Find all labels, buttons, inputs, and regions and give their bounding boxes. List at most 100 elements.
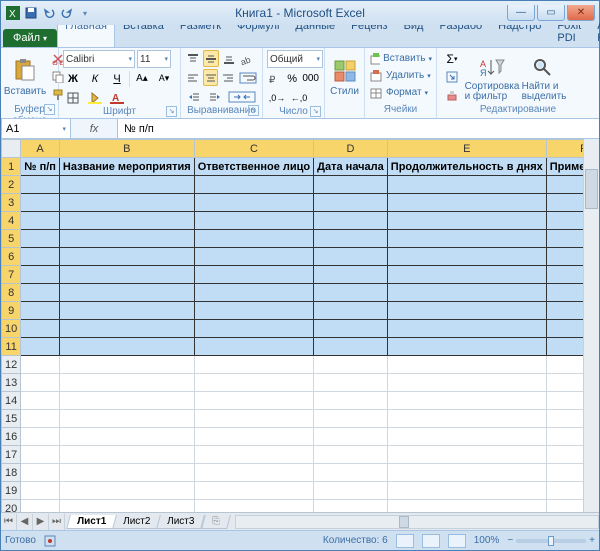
cell-D17[interactable] [314, 446, 388, 464]
decrease-indent-icon[interactable] [185, 88, 204, 105]
view-layout-icon[interactable] [422, 534, 440, 548]
number-format-combo[interactable]: Общий▾ [267, 50, 323, 68]
cell-B18[interactable] [59, 464, 194, 482]
sheet-tab-Лист2[interactable]: Лист2 [112, 515, 161, 529]
cell-F16[interactable] [546, 428, 583, 446]
align-left-icon[interactable] [185, 69, 201, 86]
cell-E18[interactable] [387, 464, 546, 482]
cell-C7[interactable] [194, 266, 313, 284]
cell-A13[interactable] [21, 374, 60, 392]
cell-B17[interactable] [59, 446, 194, 464]
new-sheet-tab[interactable]: ⎘ [201, 515, 231, 529]
row-header-11[interactable]: 11 [2, 338, 21, 356]
cell-F6[interactable] [546, 248, 583, 266]
cell-B9[interactable] [59, 302, 194, 320]
cell-A10[interactable] [21, 320, 60, 338]
cell-C6[interactable] [194, 248, 313, 266]
align-bottom-icon[interactable] [221, 50, 237, 67]
name-box[interactable]: A1▾ [1, 119, 71, 138]
cell-D5[interactable] [314, 230, 388, 248]
cell-A1[interactable]: № п/п [21, 158, 60, 176]
file-tab[interactable]: Файл [3, 29, 57, 47]
cell-E14[interactable] [387, 392, 546, 410]
fill-color-icon[interactable] [85, 89, 105, 106]
cell-F18[interactable] [546, 464, 583, 482]
fill-icon[interactable] [441, 69, 463, 86]
cell-D14[interactable] [314, 392, 388, 410]
cell-A20[interactable] [21, 500, 60, 513]
col-header-D[interactable]: D [314, 140, 388, 158]
cell-E6[interactable] [387, 248, 546, 266]
borders-icon[interactable] [63, 89, 83, 106]
cell-B19[interactable] [59, 482, 194, 500]
cell-F1[interactable]: Примечание [546, 158, 583, 176]
bold-button[interactable]: Ж [63, 70, 83, 87]
cell-B1[interactable]: Название мероприятия [59, 158, 194, 176]
increase-indent-icon[interactable] [206, 88, 225, 105]
cell-F14[interactable] [546, 392, 583, 410]
cell-A17[interactable] [21, 446, 60, 464]
col-header-F[interactable]: F [546, 140, 583, 158]
cell-C20[interactable] [194, 500, 313, 513]
cell-E3[interactable] [387, 194, 546, 212]
cell-A8[interactable] [21, 284, 60, 302]
cell-D7[interactable] [314, 266, 388, 284]
cell-D10[interactable] [314, 320, 388, 338]
merge-cells-icon[interactable] [226, 88, 258, 105]
comma-icon[interactable]: 000 [301, 70, 320, 87]
cell-C16[interactable] [194, 428, 313, 446]
row-header-19[interactable]: 19 [2, 482, 21, 500]
cell-C17[interactable] [194, 446, 313, 464]
row-header-5[interactable]: 5 [2, 230, 21, 248]
align-right-icon[interactable] [220, 69, 236, 86]
cell-C4[interactable] [194, 212, 313, 230]
sheet-tab-Лист3[interactable]: Лист3 [157, 515, 206, 529]
cell-B14[interactable] [59, 392, 194, 410]
cell-F11[interactable] [546, 338, 583, 356]
zoom-out-icon[interactable]: − [507, 535, 513, 546]
cell-B2[interactable] [59, 176, 194, 194]
cell-A9[interactable] [21, 302, 60, 320]
row-header-2[interactable]: 2 [2, 176, 21, 194]
grid[interactable]: ABCDEF1№ п/пНазвание мероприятияОтветств… [1, 139, 583, 512]
cell-C1[interactable]: Ответственное лицо [194, 158, 313, 176]
row-header-6[interactable]: 6 [2, 248, 21, 266]
cell-F17[interactable] [546, 446, 583, 464]
save-icon[interactable] [23, 5, 39, 21]
row-header-15[interactable]: 15 [2, 410, 21, 428]
cell-D20[interactable] [314, 500, 388, 513]
cell-D16[interactable] [314, 428, 388, 446]
tab-nav-last-icon[interactable]: ⏭ [49, 514, 65, 530]
cell-A2[interactable] [21, 176, 60, 194]
accounting-icon[interactable]: ₽ [267, 70, 283, 87]
row-header-8[interactable]: 8 [2, 284, 21, 302]
cell-D3[interactable] [314, 194, 388, 212]
cell-D15[interactable] [314, 410, 388, 428]
cell-E15[interactable] [387, 410, 546, 428]
cell-F15[interactable] [546, 410, 583, 428]
col-header-A[interactable]: A [21, 140, 60, 158]
cell-D13[interactable] [314, 374, 388, 392]
clipboard-dialog-icon[interactable]: ↘ [44, 104, 55, 115]
paste-button[interactable]: Вставить [5, 57, 45, 97]
cell-D6[interactable] [314, 248, 388, 266]
cell-D1[interactable]: Дата начала [314, 158, 388, 176]
cell-D18[interactable] [314, 464, 388, 482]
col-header-E[interactable]: E [387, 140, 546, 158]
cell-C9[interactable] [194, 302, 313, 320]
cell-D9[interactable] [314, 302, 388, 320]
cell-E11[interactable] [387, 338, 546, 356]
row-header-16[interactable]: 16 [2, 428, 21, 446]
macro-record-icon[interactable] [44, 535, 56, 547]
cell-B20[interactable] [59, 500, 194, 513]
cell-D11[interactable] [314, 338, 388, 356]
formula-input[interactable]: № п/п [117, 119, 599, 138]
cell-E4[interactable] [387, 212, 546, 230]
format-cells-button[interactable]: Формат▾ [369, 84, 432, 101]
row-header-12[interactable]: 12 [2, 356, 21, 374]
undo-icon[interactable] [41, 5, 57, 21]
cell-B15[interactable] [59, 410, 194, 428]
find-select-button[interactable]: Найти и выделить [521, 53, 567, 102]
row-header-3[interactable]: 3 [2, 194, 21, 212]
close-button[interactable]: ✕ [567, 5, 595, 21]
